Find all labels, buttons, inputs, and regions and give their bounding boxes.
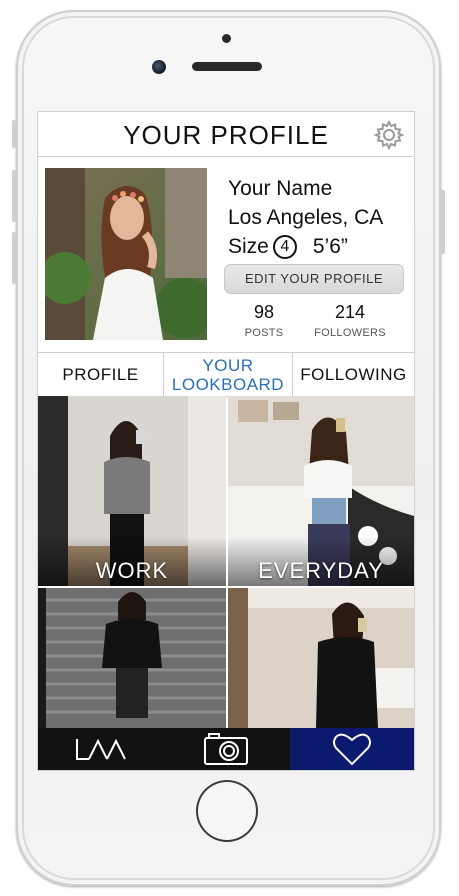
- gear-icon[interactable]: [373, 119, 405, 151]
- volume-down-button: [12, 232, 17, 284]
- profile-info: Your Name Los Angeles, CA Size 4 5’6”: [228, 174, 413, 261]
- board-tile-4[interactable]: [228, 588, 414, 728]
- front-camera: [152, 60, 166, 74]
- board-label: WORK: [95, 558, 169, 583]
- board-tile-3[interactable]: [38, 588, 226, 728]
- nav-home[interactable]: [38, 728, 162, 770]
- home-button[interactable]: [196, 780, 258, 842]
- power-button: [440, 190, 445, 254]
- bottom-nav: [38, 728, 414, 770]
- camera-icon: [204, 733, 248, 765]
- tab-profile[interactable]: PROFILE: [38, 353, 163, 396]
- profile-name: Your Name: [228, 177, 333, 200]
- posts-count: 98: [253, 302, 275, 322]
- board-label: EVERYDAY: [258, 558, 384, 583]
- edit-profile-button[interactable]: EDIT YOUR PROFILE: [224, 264, 404, 294]
- tab-lookboard-line1: YOUR: [202, 355, 254, 375]
- followers-count: 214: [334, 302, 366, 322]
- title-bar: YOUR PROFILE: [38, 112, 414, 157]
- posts-label: POSTS: [244, 327, 284, 339]
- board-tile-work[interactable]: WORK: [38, 396, 226, 586]
- proximity-sensor: [222, 34, 231, 43]
- profile-photo[interactable]: [45, 168, 207, 340]
- size-badge: 4: [272, 234, 297, 259]
- board-tile-everyday[interactable]: EVERYDAY: [228, 396, 414, 586]
- heart-icon: [333, 733, 371, 766]
- profile-tabs: PROFILE YOUR LOOKBOARD FOLLOWING: [38, 352, 414, 397]
- height-value: 5’6”: [312, 235, 348, 258]
- profile-size-row: Size 4 5’6”: [228, 232, 413, 261]
- followers-stat[interactable]: 214 FOLLOWERS: [310, 302, 390, 339]
- mute-switch: [12, 120, 17, 148]
- nav-favorites[interactable]: [290, 728, 414, 770]
- logo-icon: [76, 738, 126, 760]
- tab-following[interactable]: FOLLOWING: [293, 353, 414, 396]
- tab-your-lookboard[interactable]: YOUR LOOKBOARD: [164, 353, 292, 396]
- earpiece-speaker: [192, 62, 262, 71]
- nav-camera[interactable]: [162, 728, 290, 770]
- page-title: YOUR PROFILE: [123, 120, 329, 150]
- followers-label: FOLLOWERS: [314, 327, 386, 339]
- app-screen: YOUR PROFILE Your Name Los Angeles, CA S…: [38, 112, 414, 770]
- profile-location: Los Angeles, CA: [228, 206, 384, 229]
- volume-up-button: [12, 170, 17, 222]
- posts-stat[interactable]: 98 POSTS: [236, 302, 292, 339]
- size-label: Size: [228, 235, 269, 258]
- tab-lookboard-line2: LOOKBOARD: [171, 374, 285, 394]
